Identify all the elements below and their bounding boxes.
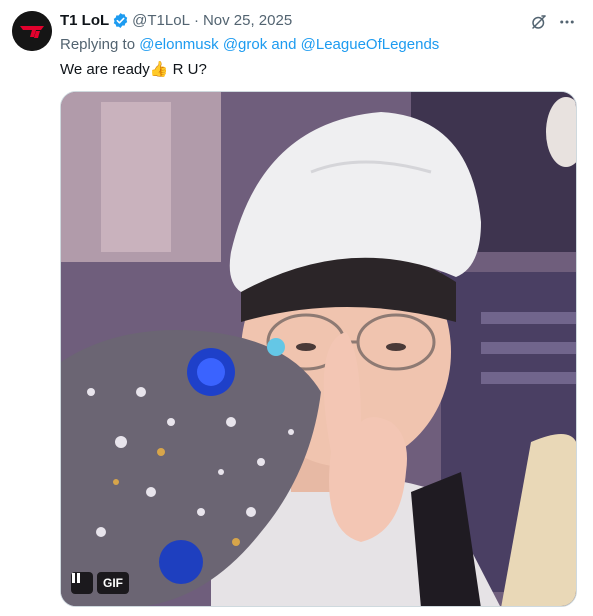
mention-link[interactable]: @LeagueOfLegends (301, 36, 440, 53)
gif-frame (61, 92, 576, 606)
meta-separator: · (193, 12, 199, 29)
tweet-date[interactable]: Nov 25, 2025 (203, 12, 292, 29)
tweet-actions-top (530, 13, 576, 31)
pause-icon[interactable] (71, 572, 93, 594)
replying-to: Replying to @elonmusk @grok and @LeagueO… (60, 36, 439, 53)
mention-link[interactable]: @elonmusk (139, 36, 218, 53)
author-name[interactable]: T1 LoL (60, 12, 109, 29)
tweet-text-tail: R U? (168, 61, 207, 78)
author-handle[interactable]: @T1LoL (132, 12, 190, 29)
mention-link[interactable]: @grok (223, 36, 267, 53)
tweet-header: T1 LoL @T1LoL · Nov 25, 2025 (60, 12, 292, 29)
replying-to-label: Replying to (60, 36, 136, 53)
gif-controls: GIF (71, 572, 129, 594)
mention-conjunction: and (271, 36, 297, 53)
gif-badge: GIF (97, 572, 129, 594)
verified-badge-icon (112, 12, 129, 29)
tweet-media-gif[interactable]: GIF (60, 91, 577, 607)
avatar[interactable] (12, 11, 52, 51)
more-options-icon[interactable] (558, 13, 576, 31)
thumbs-up-emoji: 👍 (149, 61, 169, 78)
t1-logo-icon (12, 11, 52, 51)
grok-icon[interactable] (530, 13, 548, 31)
tweet-text: We are ready👍 R U? (60, 60, 207, 78)
tweet-text-main: We are ready (60, 61, 150, 78)
